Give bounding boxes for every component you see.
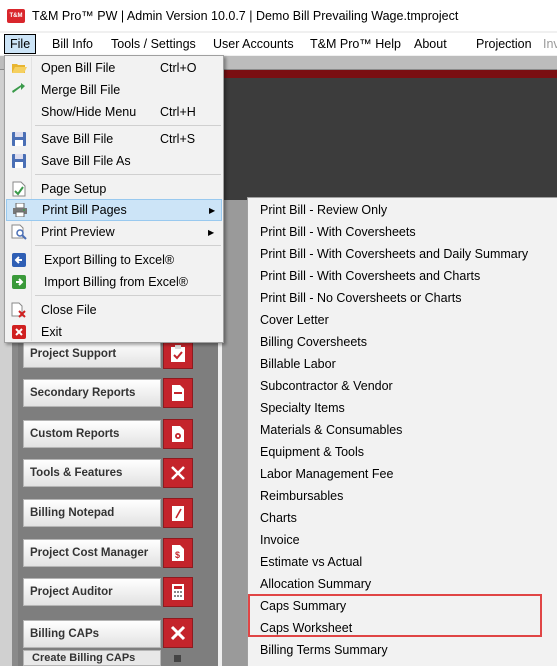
menu-user-accounts[interactable]: User Accounts: [208, 34, 299, 54]
printer-icon: [11, 201, 29, 219]
menu-file[interactable]: File: [4, 34, 37, 54]
submenu-materials-consumables[interactable]: Materials & Consumables: [260, 419, 402, 441]
menu-label: Open Bill File: [41, 61, 116, 75]
submenu-specialty-items[interactable]: Specialty Items: [260, 397, 345, 419]
nav-create-billing-caps[interactable]: Create Billing CAPs: [23, 650, 161, 666]
menu-tools-settings[interactable]: Tools / Settings: [106, 34, 201, 54]
menu-separator: [35, 174, 221, 175]
menu-label: Show/Hide Menu: [41, 105, 137, 119]
title-bar: T&M T&M Pro™ PW | Admin Version 10.0.7 |…: [0, 0, 557, 31]
menu-shortcut: Ctrl+H: [160, 105, 196, 119]
floppy-disk-icon: [10, 152, 28, 170]
menu-separator: [35, 295, 221, 296]
gear-document-icon[interactable]: [163, 419, 193, 449]
floppy-disk-icon: [10, 130, 28, 148]
page-setup-icon: [10, 180, 28, 198]
menu-merge-bill-file[interactable]: Merge Bill File: [6, 79, 222, 101]
print-preview-icon: [10, 223, 28, 241]
submenu-invoice[interactable]: Invoice: [260, 529, 300, 551]
nav-project-cost-manager[interactable]: Project Cost Manager: [23, 539, 161, 567]
menu-about[interactable]: About: [409, 34, 452, 54]
menu-label: Print Bill Pages: [42, 203, 127, 217]
calculator-icon[interactable]: [163, 577, 193, 607]
nav-secondary-reports[interactable]: Secondary Reports: [23, 379, 161, 407]
wrench-screwdriver-icon[interactable]: [163, 458, 193, 488]
submenu-labor-management-fee[interactable]: Labor Management Fee: [260, 463, 393, 485]
menu-print-bill-pages[interactable]: Print Bill Pages ▶: [6, 199, 222, 221]
menu-page-setup[interactable]: Page Setup: [6, 178, 222, 200]
menu-export-billing-excel[interactable]: Export Billing to Excel®: [6, 249, 222, 271]
window-title: T&M Pro™ PW | Admin Version 10.0.7 | Dem…: [32, 8, 459, 23]
menu-shortcut: Ctrl+O: [160, 61, 197, 75]
menu-projection[interactable]: Projection: [471, 34, 537, 54]
clipboard-check-icon[interactable]: [163, 339, 193, 369]
menu-label: Export Billing to Excel®: [44, 253, 175, 267]
menu-close-file[interactable]: Close File: [6, 299, 222, 321]
menu-inv[interactable]: Inv: [538, 34, 557, 54]
submenu-print-with-coversheets[interactable]: Print Bill - With Coversheets: [260, 221, 416, 243]
file-menu-dropdown: Open Bill File Ctrl+O Merge Bill File Sh…: [4, 55, 224, 343]
folder-open-icon: [10, 59, 28, 77]
menu-exit[interactable]: Exit: [6, 321, 222, 343]
menu-label: Page Setup: [41, 182, 107, 196]
notepad-icon[interactable]: [163, 498, 193, 528]
menu-separator: [35, 125, 221, 126]
submenu-billable-labor[interactable]: Billable Labor: [260, 353, 336, 375]
menu-label: Save Bill File As: [41, 154, 131, 168]
menu-open-bill-file[interactable]: Open Bill File Ctrl+O: [6, 57, 222, 79]
close-file-icon: [10, 301, 28, 319]
nav-billing-notepad[interactable]: Billing Notepad: [23, 499, 161, 527]
nav-project-support[interactable]: Project Support: [23, 340, 161, 368]
nav-billing-caps[interactable]: Billing CAPs: [23, 620, 161, 648]
submenu-print-no-coversheets[interactable]: Print Bill - No Coversheets or Charts: [260, 287, 461, 309]
nav-custom-reports[interactable]: Custom Reports: [23, 420, 161, 448]
callout-highlight-box: [248, 594, 542, 637]
menu-label: Save Bill File: [41, 132, 114, 146]
menu-bill-info[interactable]: Bill Info: [47, 34, 98, 54]
menu-help[interactable]: T&M Pro™ Help: [305, 34, 406, 54]
submenu-arrow-icon: ▶: [209, 205, 216, 215]
menu-bar: File Bill Info Tools / Settings User Acc…: [0, 33, 557, 55]
submenu-reimbursables[interactable]: Reimbursables: [260, 485, 343, 507]
x-icon[interactable]: [163, 618, 193, 648]
svg-text:$: $: [175, 550, 180, 560]
menu-import-billing-excel[interactable]: Import Billing from Excel®: [6, 271, 222, 293]
submenu-arrow-icon: ▶: [208, 227, 215, 237]
submenu-charts[interactable]: Charts: [260, 507, 297, 529]
menu-save-bill-file[interactable]: Save Bill File Ctrl+S: [6, 128, 222, 150]
export-arrow-icon: [10, 251, 28, 269]
menu-label: Close File: [41, 303, 97, 317]
submenu-print-coversheets-charts[interactable]: Print Bill - With Coversheets and Charts: [260, 265, 480, 287]
import-arrow-icon: [10, 273, 28, 291]
dollar-document-icon[interactable]: $: [163, 538, 193, 568]
submenu-cover-letter[interactable]: Cover Letter: [260, 309, 329, 331]
menu-label: Exit: [41, 325, 62, 339]
submenu-equipment-tools[interactable]: Equipment & Tools: [260, 441, 364, 463]
submenu-estimate-vs-actual[interactable]: Estimate vs Actual: [260, 551, 362, 573]
submenu-billing-coversheets[interactable]: Billing Coversheets: [260, 331, 367, 353]
submenu-billing-terms-summary[interactable]: Billing Terms Summary: [260, 639, 388, 661]
menu-print-preview[interactable]: Print Preview ▶: [6, 221, 222, 243]
submenu-allocation-summary[interactable]: Allocation Summary: [260, 573, 371, 595]
document-icon[interactable]: [163, 378, 193, 408]
submenu-subcontractor-vendor[interactable]: Subcontractor & Vendor: [260, 375, 393, 397]
menu-shortcut: Ctrl+S: [160, 132, 196, 146]
menu-label: Print Preview: [41, 225, 115, 239]
menu-show-hide-menu[interactable]: Show/Hide Menu Ctrl+H: [6, 101, 222, 123]
nav-project-auditor[interactable]: Project Auditor: [23, 578, 161, 606]
menu-save-bill-file-as[interactable]: Save Bill File As: [6, 150, 222, 172]
nav-tools-features[interactable]: Tools & Features: [23, 459, 161, 487]
merge-arrow-icon: [10, 81, 28, 99]
exit-icon: [10, 323, 28, 341]
submenu-print-coversheets-daily-summary[interactable]: Print Bill - With Coversheets and Daily …: [260, 243, 528, 265]
menu-label: Merge Bill File: [41, 83, 121, 97]
menu-separator: [35, 245, 221, 246]
submenu-print-review-only[interactable]: Print Bill - Review Only: [260, 199, 387, 221]
square-icon[interactable]: [163, 650, 193, 666]
menu-label: Import Billing from Excel®: [44, 275, 188, 289]
app-logo-icon: T&M: [7, 8, 25, 23]
